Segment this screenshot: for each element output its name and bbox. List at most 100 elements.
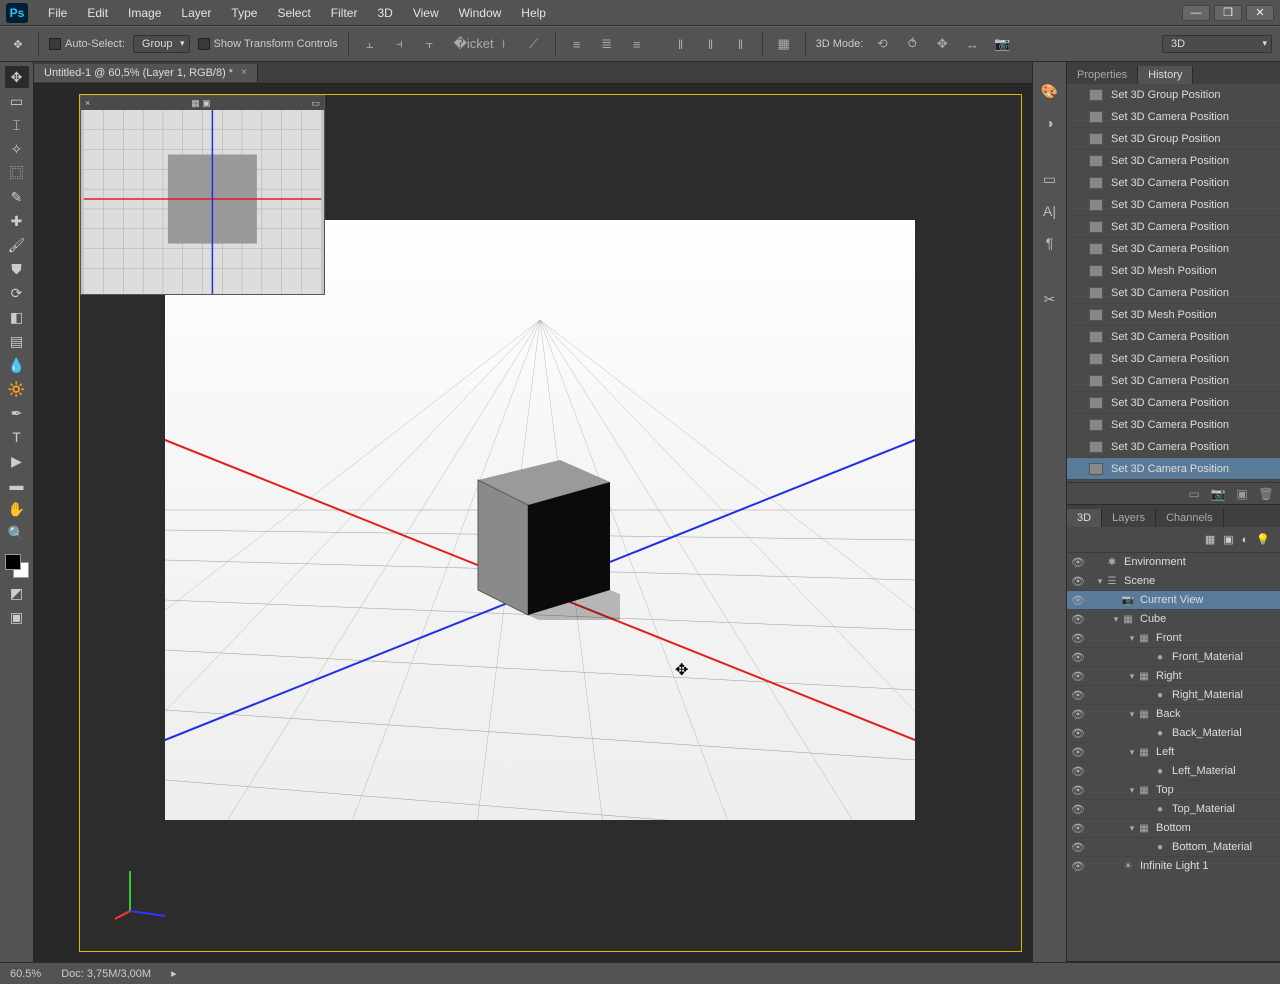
document-tab[interactable]: Untitled-1 @ 60,5% (Layer 1, RGB/8) * × bbox=[34, 64, 258, 82]
visibility-icon[interactable]: 👁 bbox=[1067, 784, 1089, 797]
twisty-icon[interactable]: ▾ bbox=[1111, 614, 1121, 625]
history-item[interactable]: Set 3D Camera Position bbox=[1067, 282, 1280, 304]
align-bottom-icon[interactable]: ⫟ bbox=[419, 33, 441, 55]
twisty-icon[interactable]: ▾ bbox=[1127, 671, 1137, 682]
menu-view[interactable]: View bbox=[403, 2, 449, 24]
visibility-icon[interactable]: 👁 bbox=[1067, 822, 1089, 835]
new-snapshot-icon[interactable]: 📷 bbox=[1210, 486, 1226, 502]
distribute-vcenter-icon[interactable]: ≣ bbox=[596, 33, 618, 55]
history-item[interactable]: Set 3D Camera Position bbox=[1067, 172, 1280, 194]
history-item[interactable]: Set 3D Camera Position bbox=[1067, 458, 1280, 480]
scene-item[interactable]: 👁▾▦Bottom bbox=[1067, 819, 1280, 838]
scene-item[interactable]: 👁▾▦Back bbox=[1067, 705, 1280, 724]
history-item[interactable]: Set 3D Camera Position bbox=[1067, 238, 1280, 260]
close-icon[interactable]: × bbox=[241, 67, 247, 78]
pen-tool[interactable]: ✒ bbox=[5, 402, 29, 424]
menu-type[interactable]: Type bbox=[221, 2, 267, 24]
menu-3d[interactable]: 3D bbox=[367, 2, 402, 24]
scene-item[interactable]: 👁▾▦Left bbox=[1067, 743, 1280, 762]
history-item[interactable]: Set 3D Camera Position bbox=[1067, 194, 1280, 216]
tab-history[interactable]: History bbox=[1138, 66, 1193, 84]
zoom-tool[interactable]: 🔍 bbox=[5, 522, 29, 544]
auto-align-icon[interactable]: ▦ bbox=[773, 33, 795, 55]
filter-scene-icon[interactable]: ▦ bbox=[1205, 533, 1215, 546]
scene-item[interactable]: 👁▾▦Cube bbox=[1067, 610, 1280, 629]
scene-item[interactable]: 👁▾▦Right bbox=[1067, 667, 1280, 686]
twisty-icon[interactable]: ▾ bbox=[1127, 633, 1137, 644]
filter-mesh-icon[interactable]: ▣ bbox=[1223, 533, 1233, 546]
scene-item[interactable]: 👁●Back_Material bbox=[1067, 724, 1280, 743]
scene-item[interactable]: 👁▾▦Top bbox=[1067, 781, 1280, 800]
history-item[interactable]: Set 3D Group Position bbox=[1067, 84, 1280, 106]
visibility-icon[interactable]: 👁 bbox=[1067, 575, 1089, 588]
menu-filter[interactable]: Filter bbox=[321, 2, 368, 24]
visibility-icon[interactable]: 👁 bbox=[1067, 632, 1089, 645]
menu-edit[interactable]: Edit bbox=[77, 2, 118, 24]
auto-select-dropdown[interactable]: Group bbox=[133, 35, 190, 53]
magic-wand-tool[interactable]: ✧ bbox=[5, 138, 29, 160]
render-mode-dropdown[interactable]: 3D bbox=[1162, 35, 1272, 53]
distribute-left-icon[interactable]: ‖ bbox=[670, 33, 692, 55]
auto-select-checkbox[interactable]: Auto-Select: bbox=[49, 38, 125, 50]
stamp-tool[interactable]: ⛊ bbox=[5, 258, 29, 280]
secondary-view-collapse-icon[interactable]: ▭ bbox=[311, 98, 320, 109]
crop-tool[interactable]: ⿴ bbox=[5, 162, 29, 184]
visibility-icon[interactable]: 👁 bbox=[1067, 708, 1089, 721]
visibility-icon[interactable]: 👁 bbox=[1067, 651, 1089, 664]
scene-item[interactable]: 👁●Left_Material bbox=[1067, 762, 1280, 781]
shape-tool[interactable]: ▬ bbox=[5, 474, 29, 496]
twisty-icon[interactable]: ▾ bbox=[1095, 576, 1105, 587]
tab-channels[interactable]: Channels bbox=[1156, 509, 1223, 527]
3d-zoom-icon[interactable]: 📷 bbox=[991, 33, 1013, 55]
distribute-top-icon[interactable]: ≡ bbox=[566, 33, 588, 55]
path-select-tool[interactable]: ▶ bbox=[5, 450, 29, 472]
align-hcenter-icon[interactable]: ⟊ bbox=[493, 33, 515, 55]
history-item[interactable]: Set 3D Camera Position bbox=[1067, 150, 1280, 172]
marquee-tool[interactable]: ▭ bbox=[5, 90, 29, 112]
paragraph-panel-icon[interactable]: ¶ bbox=[1039, 232, 1061, 254]
hand-tool[interactable]: ✋ bbox=[5, 498, 29, 520]
scene-item[interactable]: 👁●Bottom_Material bbox=[1067, 838, 1280, 857]
distribute-bottom-icon[interactable]: ≡ bbox=[626, 33, 648, 55]
visibility-icon[interactable]: 👁 bbox=[1067, 803, 1089, 816]
twisty-icon[interactable]: ▾ bbox=[1127, 747, 1137, 758]
visibility-icon[interactable]: 👁 bbox=[1067, 689, 1089, 702]
history-item[interactable]: Set 3D Camera Position bbox=[1067, 106, 1280, 128]
dodge-tool[interactable]: 🔆 bbox=[5, 378, 29, 400]
character-panel-icon[interactable]: A| bbox=[1039, 200, 1061, 222]
history-brush-tool[interactable]: ⟳ bbox=[5, 282, 29, 304]
show-transform-checkbox[interactable]: Show Transform Controls bbox=[198, 38, 338, 50]
history-item[interactable]: Set 3D Mesh Position bbox=[1067, 304, 1280, 326]
tool-presets-icon[interactable]: ✂ bbox=[1039, 288, 1061, 310]
tab-3d[interactable]: 3D bbox=[1067, 509, 1102, 527]
scene-item[interactable]: 👁●Top_Material bbox=[1067, 800, 1280, 819]
secondary-view-panel[interactable]: × ▦ ▣ ▭ bbox=[80, 95, 325, 295]
tab-layers[interactable]: Layers bbox=[1102, 509, 1156, 527]
adjustments-panel-icon[interactable]: ◑ bbox=[1039, 112, 1061, 134]
menu-help[interactable]: Help bbox=[511, 2, 556, 24]
history-item[interactable]: Set 3D Camera Position bbox=[1067, 216, 1280, 238]
history-item[interactable]: Set 3D Camera Position bbox=[1067, 370, 1280, 392]
healing-tool[interactable]: ✚ bbox=[5, 210, 29, 232]
brush-tool[interactable]: 🖌 bbox=[5, 234, 29, 256]
3d-pan-icon[interactable]: ✥ bbox=[931, 33, 953, 55]
window-maximize[interactable]: ❐ bbox=[1214, 5, 1242, 21]
quickmask-tool[interactable]: ◩ bbox=[5, 582, 29, 604]
visibility-icon[interactable]: 👁 bbox=[1067, 765, 1089, 778]
history-item[interactable]: Set 3D Camera Position bbox=[1067, 414, 1280, 436]
visibility-icon[interactable]: 👁 bbox=[1067, 860, 1089, 873]
gradient-tool[interactable]: ▤ bbox=[5, 330, 29, 352]
new-state-icon[interactable]: ▣ bbox=[1234, 486, 1250, 502]
visibility-icon[interactable]: 👁 bbox=[1067, 594, 1089, 607]
3d-roll-icon[interactable]: ⥀ bbox=[901, 33, 923, 55]
history-item[interactable]: Set 3D Camera Position bbox=[1067, 326, 1280, 348]
filter-material-icon[interactable]: ◐ bbox=[1242, 534, 1249, 546]
visibility-icon[interactable]: 👁 bbox=[1067, 556, 1089, 569]
swatches-panel-icon[interactable]: 🎨 bbox=[1039, 80, 1061, 102]
scene-item[interactable]: 👁▾▦Front bbox=[1067, 629, 1280, 648]
blur-tool[interactable]: 💧 bbox=[5, 354, 29, 376]
cube-mesh[interactable] bbox=[470, 480, 610, 620]
foreground-color[interactable] bbox=[5, 554, 21, 570]
menu-file[interactable]: File bbox=[38, 2, 77, 24]
lasso-tool[interactable]: ⌶ bbox=[5, 114, 29, 136]
